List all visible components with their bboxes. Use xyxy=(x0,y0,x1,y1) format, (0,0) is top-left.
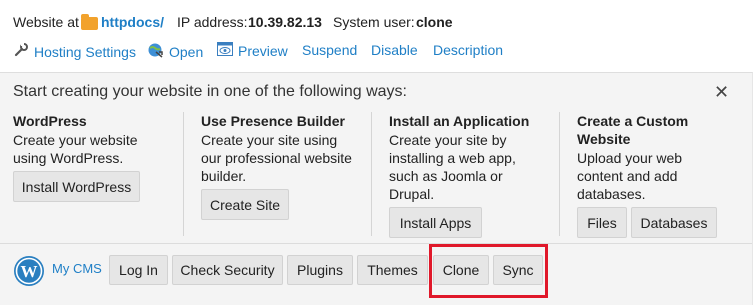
disable-link[interactable]: Disable xyxy=(371,42,418,58)
folder-icon xyxy=(81,14,98,30)
open-label: Open xyxy=(169,43,204,60)
wrench-icon xyxy=(13,42,29,61)
log-in-button[interactable]: Log In xyxy=(109,255,168,285)
custom-website-title-1: Create a Custom xyxy=(577,113,689,129)
ip-label: IP address: xyxy=(177,14,248,30)
presence-builder-desc-2: our professional website xyxy=(201,150,352,166)
install-apps-button[interactable]: Install Apps xyxy=(389,207,482,238)
system-user-value: clone xyxy=(416,14,453,30)
wordpress-desc-1: Create your website xyxy=(13,132,138,148)
install-application-desc-2: installing a web app, xyxy=(389,150,516,166)
custom-website-title-2: Website xyxy=(577,131,631,147)
databases-button[interactable]: Databases xyxy=(631,207,717,238)
ip-value: 10.39.82.13 xyxy=(248,14,322,30)
files-button[interactable]: Files xyxy=(577,207,627,238)
system-user-label: System user: xyxy=(333,14,415,30)
install-application-desc-3: such as Joomla or xyxy=(389,168,503,184)
presence-builder-desc-1: Create your site using xyxy=(201,132,338,148)
highlight-box xyxy=(429,244,548,298)
custom-website-desc-3: databases. xyxy=(577,186,646,202)
panel-title: Start creating your website in one of th… xyxy=(13,83,407,100)
domain-folder-link[interactable]: httpdocs/ xyxy=(101,14,164,30)
close-icon[interactable]: ✕ xyxy=(714,82,729,103)
create-site-button[interactable]: Create Site xyxy=(201,189,289,220)
preview-link[interactable]: Preview xyxy=(217,42,288,59)
wordpress-logo-icon: W xyxy=(13,255,45,292)
website-at-label: Website at xyxy=(13,14,79,30)
svg-text:W: W xyxy=(21,262,38,281)
themes-button[interactable]: Themes xyxy=(357,255,428,285)
open-link[interactable]: Open xyxy=(147,42,203,61)
presence-builder-desc-3: builder. xyxy=(201,168,247,184)
preview-eye-icon xyxy=(217,42,233,59)
wordpress-desc-2: using WordPress. xyxy=(13,150,124,166)
hosting-settings-label: Hosting Settings xyxy=(34,43,136,60)
globe-icon xyxy=(147,42,164,61)
hosting-settings-link[interactable]: Hosting Settings xyxy=(13,42,136,61)
custom-website-desc-2: content and add xyxy=(577,168,678,184)
install-wordpress-button[interactable]: Install WordPress xyxy=(13,171,140,202)
column-divider xyxy=(559,112,560,236)
check-security-button[interactable]: Check Security xyxy=(172,255,283,285)
install-application-title: Install an Application xyxy=(389,113,530,129)
column-divider xyxy=(371,112,372,236)
my-cms-link[interactable]: My CMS xyxy=(52,261,102,276)
install-application-desc-1: Create your site by xyxy=(389,132,507,148)
plugins-button[interactable]: Plugins xyxy=(287,255,353,285)
custom-website-desc-1: Upload your web xyxy=(577,150,683,166)
suspend-link[interactable]: Suspend xyxy=(302,42,357,58)
column-divider xyxy=(183,112,184,236)
wordpress-title: WordPress xyxy=(13,113,87,129)
preview-label: Preview xyxy=(238,42,288,59)
description-link[interactable]: Description xyxy=(433,42,503,58)
presence-builder-title: Use Presence Builder xyxy=(201,113,345,129)
cms-bar-divider xyxy=(0,243,752,244)
install-application-desc-4: Drupal. xyxy=(389,186,435,202)
